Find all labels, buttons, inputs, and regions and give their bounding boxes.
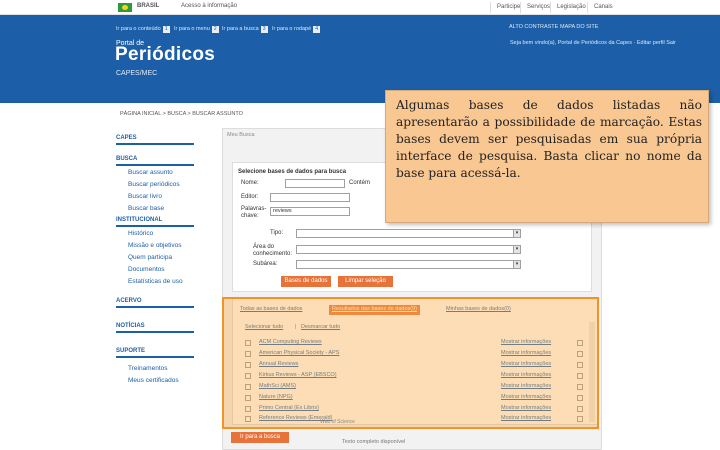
nav-item-documentos[interactable]: Documentos (116, 264, 194, 276)
site-subtitle: CAPES/MEC (116, 70, 158, 77)
subarea-label: Subárea: (253, 261, 278, 267)
nav-item-missao[interactable]: Missão e objetivos (116, 240, 194, 252)
site-logo-title[interactable]: Periódicos (115, 44, 215, 66)
nav-item-quem-participa[interactable]: Quem participa (116, 252, 194, 264)
publisher-input[interactable] (270, 193, 350, 202)
access-info-link[interactable]: Acesso à informação (181, 3, 237, 9)
nav-item-treinamentos[interactable]: Treinamentos (116, 363, 194, 375)
nav-item-certificados[interactable]: Meus certificados (116, 375, 194, 387)
name-input[interactable] (285, 179, 345, 188)
nav-item-estatisticas[interactable]: Estatísticas de uso (116, 276, 194, 288)
bottom-text-fulltext: Texto completo disponível (342, 439, 406, 445)
brazil-flag-icon[interactable] (118, 3, 132, 12)
name-label: Nome: (241, 180, 259, 186)
breadcrumb[interactable]: PÁGINA INICIAL > BUSCA > BUSCAR ASSUNTO (120, 111, 243, 117)
nav-head-capes[interactable]: CAPES (116, 133, 194, 145)
section-label: Meu Busca (227, 132, 255, 138)
nav-head-busca[interactable]: BUSCA (116, 154, 194, 166)
highlight-overlay (222, 297, 599, 429)
publisher-label: Editor: (241, 194, 259, 200)
contains-select[interactable]: Contém (349, 180, 370, 186)
chevron-down-icon: ▾ (513, 261, 520, 268)
go-to-search-button[interactable]: Ir para a busca (231, 432, 289, 443)
nav-item-buscar-assunto[interactable]: Buscar assunto (116, 167, 194, 179)
gov-link-legislacao[interactable]: Legislação (550, 2, 592, 13)
keywords-label: Palavras-chave: (241, 206, 267, 219)
welcome-text[interactable]: Seja bem vindo(a), Portal de Periódicos … (510, 40, 676, 46)
left-nav: CAPES BUSCA Buscar assunto Buscar periód… (116, 133, 194, 387)
area-label: Área do conhecimento: (253, 244, 293, 257)
callout-text: Algumas bases de dados listadas não apre… (396, 98, 702, 180)
gov-bar: BRASIL Acesso à informação Participe Ser… (0, 0, 720, 15)
subarea-select[interactable]: ▾ (296, 260, 521, 269)
area-select[interactable]: ▾ (296, 245, 521, 254)
type-select[interactable]: ▾ (296, 229, 521, 238)
bottom-text: Web of Science (320, 419, 355, 425)
site-map-link[interactable]: MAPA DO SITE (560, 24, 598, 30)
nav-head-acervo[interactable]: ACERVO (116, 296, 194, 308)
tutorial-callout: Algumas bases de dados listadas não apre… (385, 90, 709, 223)
form-title: Selecione bases de dados para busca (238, 169, 347, 175)
gov-link-canais[interactable]: Canais (587, 2, 619, 13)
high-contrast-link[interactable]: ALTO CONTRASTE (509, 24, 558, 30)
nav-head-institucional[interactable]: INSTITUCIONAL (116, 215, 194, 227)
nav-item-buscar-livro[interactable]: Buscar livro (116, 191, 194, 203)
nav-head-suporte[interactable]: SUPORTE (116, 346, 194, 358)
shortcut-menu[interactable]: Ir para o menu 2 (174, 26, 219, 33)
nav-item-buscar-periodicos[interactable]: Buscar periódicos (116, 179, 194, 191)
clear-selection-button[interactable]: Limpar seleção (338, 276, 393, 287)
type-label: Tipo: (270, 230, 284, 236)
shortcut-content[interactable]: Ir para o conteúdo 1 (116, 26, 170, 33)
gov-brasil-link[interactable]: BRASIL (137, 3, 159, 9)
search-databases-button[interactable]: Bases de dados (281, 276, 331, 287)
nav-head-noticias[interactable]: NOTÍCIAS (116, 321, 194, 333)
nav-item-historico[interactable]: Histórico (116, 228, 194, 240)
shortcut-footer[interactable]: Ir para o rodapé 4 (272, 26, 321, 33)
chevron-down-icon: ▾ (513, 246, 520, 253)
nav-item-buscar-base[interactable]: Buscar base (116, 203, 194, 215)
keywords-input[interactable]: reviews (270, 207, 350, 216)
shortcut-search[interactable]: Ir para a busca 3 (222, 26, 268, 33)
chevron-down-icon: ▾ (513, 230, 520, 237)
